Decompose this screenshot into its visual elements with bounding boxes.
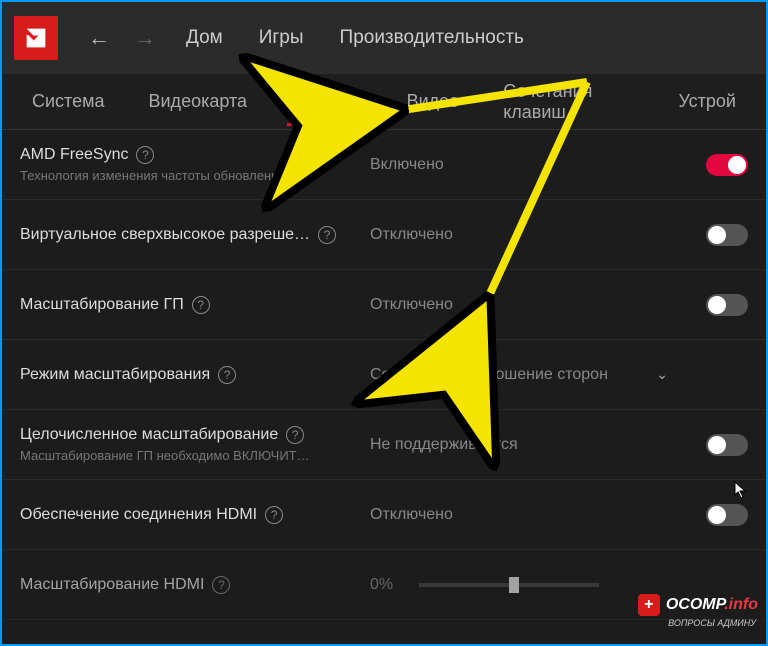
slider-thumb[interactable]: [509, 577, 519, 593]
tab-video[interactable]: Видео: [385, 77, 482, 126]
setting-value: Отключено: [370, 506, 678, 524]
setting-desc: Масштабирование ГП необходимо ВКЛЮЧИТ…: [20, 448, 360, 463]
watermark-text: OCOMP: [666, 596, 724, 613]
watermark: + OCOMP.info ВОПРОСЫ АДМИНУ: [638, 594, 758, 616]
watermark-sub: ВОПРОСЫ АДМИНУ: [668, 618, 756, 628]
cursor-icon: [734, 481, 748, 504]
tab-devices[interactable]: Устрой: [656, 77, 758, 126]
setting-label: Масштабирование ГП: [20, 296, 184, 314]
tab-display[interactable]: Дисплей: [269, 77, 385, 126]
setting-vsr: Виртуальное сверхвысокое разреше… ? Откл…: [2, 200, 766, 270]
help-icon[interactable]: ?: [286, 426, 304, 444]
chevron-down-icon[interactable]: ⌄: [656, 366, 668, 383]
settings-panel: AMD FreeSync ? Технология изменения част…: [2, 130, 766, 646]
setting-label: AMD FreeSync: [20, 146, 128, 164]
help-icon[interactable]: ?: [212, 576, 230, 594]
toggle-hdmi-link[interactable]: [706, 504, 748, 526]
setting-value: Не поддерживается: [370, 436, 678, 454]
help-icon[interactable]: ?: [192, 296, 210, 314]
watermark-suffix: .info: [724, 596, 758, 613]
plus-icon: +: [638, 594, 660, 616]
setting-label: Целочисленное масштабирование: [20, 426, 278, 444]
setting-freesync: AMD FreeSync ? Технология изменения част…: [2, 130, 766, 200]
setting-value: Отключено: [370, 226, 678, 244]
setting-label: Режим масштабирования: [20, 366, 210, 384]
setting-label: Масштабирование HDMI: [20, 576, 204, 594]
nav-home[interactable]: Дом: [168, 27, 241, 49]
setting-value: Сохранять соотношение сторон: [370, 366, 608, 384]
amd-logo: [14, 16, 58, 60]
setting-value: Отключено: [370, 296, 678, 314]
tabs-bar: Система Видеокарта Дисплей Видео Сочетан…: [2, 74, 766, 130]
nav-back-icon[interactable]: ←: [76, 25, 122, 51]
app-header: ← → Дом Игры Производительность: [2, 2, 766, 74]
setting-desc: Технология изменения частоты обновления: [20, 168, 360, 183]
help-icon[interactable]: ?: [136, 146, 154, 164]
tab-system[interactable]: Система: [10, 77, 127, 126]
tab-hotkeys[interactable]: Сочетания клавиш: [481, 67, 656, 137]
help-icon[interactable]: ?: [218, 366, 236, 384]
nav-games[interactable]: Игры: [241, 27, 322, 49]
nav-forward-icon[interactable]: →: [122, 25, 168, 51]
setting-gpu-scaling: Масштабирование ГП ? Отключено: [2, 270, 766, 340]
setting-label: Виртуальное сверхвысокое разреше…: [20, 226, 310, 244]
help-icon[interactable]: ?: [318, 226, 336, 244]
toggle-freesync[interactable]: [706, 154, 748, 176]
tab-gpu[interactable]: Видеокарта: [127, 77, 270, 126]
setting-value: Включено: [370, 156, 678, 174]
help-icon[interactable]: ?: [265, 506, 283, 524]
setting-scaling-mode[interactable]: Режим масштабирования ? Сохранять соотно…: [2, 340, 766, 410]
toggle-gpu-scaling[interactable]: [706, 294, 748, 316]
toggle-integer-scaling[interactable]: [706, 434, 748, 456]
setting-integer-scaling: Целочисленное масштабирование ? Масштаби…: [2, 410, 766, 480]
setting-label: Обеспечение соединения HDMI: [20, 506, 257, 524]
nav-performance[interactable]: Производительность: [322, 27, 542, 49]
toggle-vsr[interactable]: [706, 224, 748, 246]
hdmi-scaling-slider[interactable]: [419, 583, 599, 587]
setting-value: 0%: [370, 576, 393, 594]
setting-hdmi-link: Обеспечение соединения HDMI ? Отключено: [2, 480, 766, 550]
